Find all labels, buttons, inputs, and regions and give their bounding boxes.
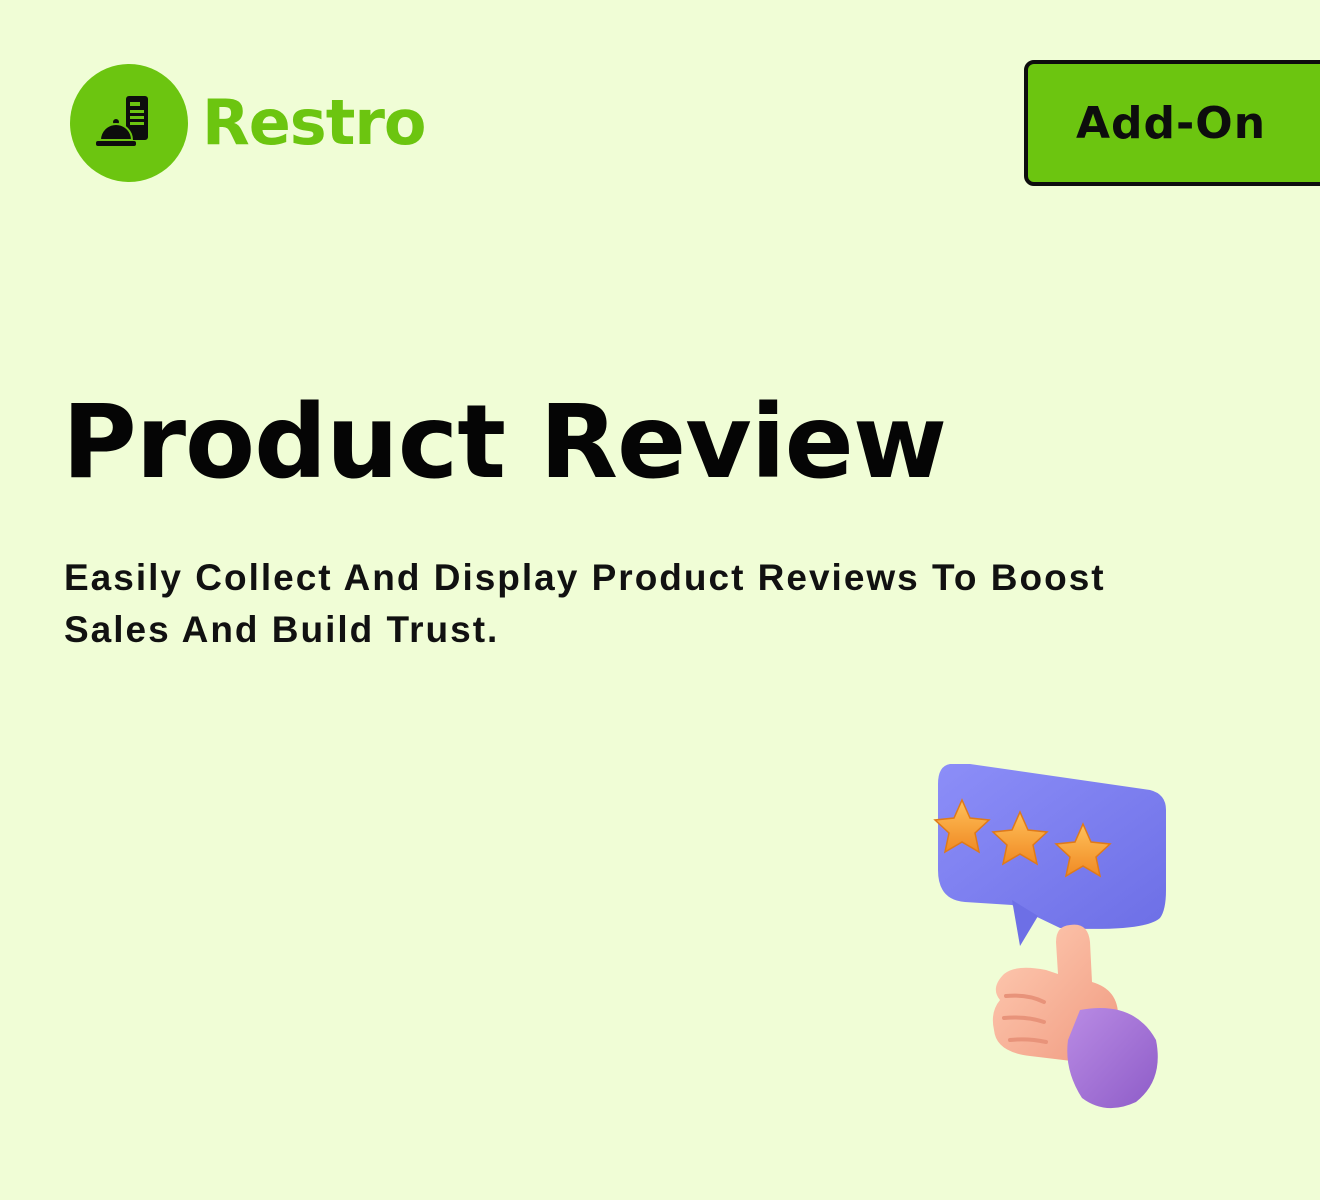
- logo-badge: [70, 64, 188, 182]
- add-on-badge[interactable]: Add-On: [1024, 60, 1320, 186]
- brand-logo[interactable]: Restro: [70, 64, 427, 182]
- page-description: Easily Collect And Display Product Revie…: [64, 557, 1106, 650]
- restaurant-bell-icon: [96, 96, 148, 146]
- brand-name: Restro: [202, 86, 427, 159]
- thumbs-up-review-icon: [933, 764, 1166, 1109]
- page-title: Product Review: [62, 383, 947, 502]
